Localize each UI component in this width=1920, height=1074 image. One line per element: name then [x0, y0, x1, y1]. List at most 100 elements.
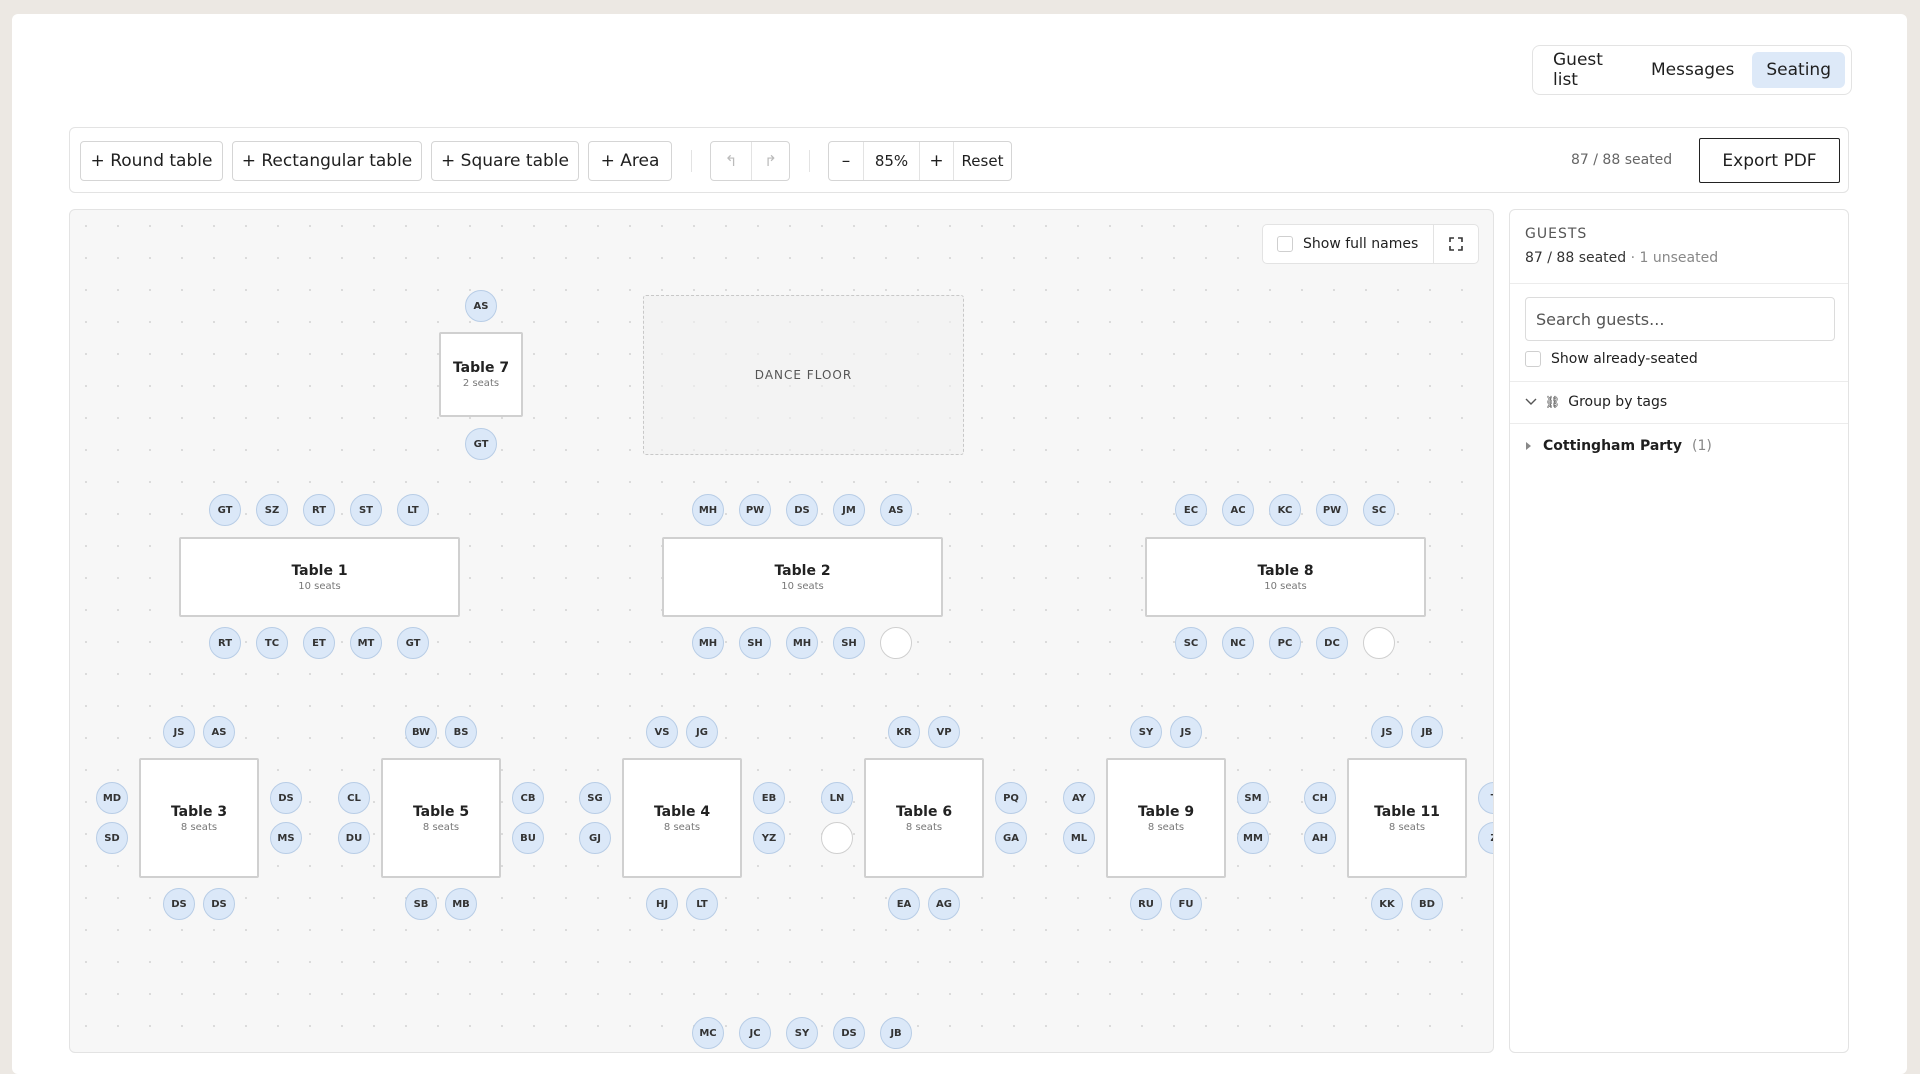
seat-guest[interactable]: ET	[303, 627, 335, 659]
seat-guest[interactable]: RU	[1130, 888, 1162, 920]
undo-icon[interactable]: ↰	[711, 142, 751, 180]
seat-guest[interactable]: AH	[1304, 822, 1336, 854]
seating-table[interactable]: Table 38 seats	[139, 758, 259, 878]
seat-guest[interactable]: DS	[833, 1017, 865, 1049]
seat-guest[interactable]: GT	[209, 494, 241, 526]
seat-guest[interactable]: JS	[1371, 716, 1403, 748]
seat-guest[interactable]: CL	[338, 782, 370, 814]
seat-guest[interactable]: CB	[512, 782, 544, 814]
seat-guest[interactable]: SD	[96, 822, 128, 854]
seating-table[interactable]: Table 98 seats	[1106, 758, 1226, 878]
seat-guest[interactable]: DS	[163, 888, 195, 920]
seat-guest[interactable]: RT	[303, 494, 335, 526]
seat-guest[interactable]: MM	[1237, 822, 1269, 854]
seat-guest[interactable]: PW	[1316, 494, 1348, 526]
seat-guest[interactable]: JC	[739, 1017, 771, 1049]
seating-table[interactable]: Table 8 10 seats	[1145, 537, 1426, 617]
tab-messages[interactable]: Messages	[1637, 52, 1748, 88]
seat-guest[interactable]: JG	[686, 716, 718, 748]
seating-table[interactable]: Table 11 8 seats	[1347, 758, 1467, 878]
seat-guest[interactable]: GA	[995, 822, 1027, 854]
seat-guest[interactable]: AC	[1222, 494, 1254, 526]
seat-guest[interactable]: Z	[1478, 822, 1493, 854]
seat-guest[interactable]: CH	[1304, 782, 1336, 814]
tab-guest-list[interactable]: Guest list	[1539, 42, 1633, 98]
seat-guest[interactable]: KK	[1371, 888, 1403, 920]
seat-guest[interactable]: SH	[739, 627, 771, 659]
seat-guest[interactable]: VP	[928, 716, 960, 748]
seat-guest[interactable]: EB	[753, 782, 785, 814]
seat-guest[interactable]: MH	[692, 494, 724, 526]
seat-guest[interactable]: EC	[1175, 494, 1207, 526]
seat-guest[interactable]: TC	[256, 627, 288, 659]
seat-guest[interactable]: BW	[405, 716, 437, 748]
seat-guest[interactable]: SB	[405, 888, 437, 920]
seat-guest[interactable]: PW	[739, 494, 771, 526]
seating-table[interactable]: Table 68 seats	[864, 758, 984, 878]
seat-guest[interactable]: RT	[209, 627, 241, 659]
seat-guest[interactable]: JB	[1411, 716, 1443, 748]
seat-guest[interactable]: SZ	[256, 494, 288, 526]
seat-guest[interactable]: YZ	[753, 822, 785, 854]
seat-guest[interactable]: DS	[203, 888, 235, 920]
seat-guest[interactable]: KC	[1269, 494, 1301, 526]
seat-guest[interactable]: KR	[888, 716, 920, 748]
empty-seat[interactable]	[821, 822, 853, 854]
dance-floor-area[interactable]: DANCE FLOOR	[643, 295, 964, 455]
seat-guest[interactable]: MT	[350, 627, 382, 659]
seat-guest[interactable]: LT	[397, 494, 429, 526]
reset-zoom-button[interactable]: Reset	[953, 142, 1011, 180]
add-square-table-button[interactable]: + Square table	[431, 141, 579, 181]
seat-guest[interactable]: AS	[203, 716, 235, 748]
empty-seat[interactable]	[880, 627, 912, 659]
seat-guest[interactable]: MH	[692, 627, 724, 659]
seat-guest[interactable]: SC	[1175, 627, 1207, 659]
seat-guest[interactable]: AY	[1063, 782, 1095, 814]
seat-guest[interactable]: PQ	[995, 782, 1027, 814]
export-pdf-button[interactable]: Export PDF	[1699, 138, 1840, 183]
show-full-names-toggle[interactable]: Show full names	[1263, 236, 1433, 252]
seat-guest[interactable]: T	[1478, 782, 1493, 814]
seat-guest[interactable]: HJ	[646, 888, 678, 920]
seat-guest[interactable]: JM	[833, 494, 865, 526]
empty-seat[interactable]	[1363, 627, 1395, 659]
search-guests-input[interactable]	[1525, 297, 1835, 341]
seat-guest[interactable]: GT	[465, 428, 497, 460]
add-area-button[interactable]: + Area	[588, 141, 672, 181]
seat-guest[interactable]: SM	[1237, 782, 1269, 814]
seat-guest[interactable]: DU	[338, 822, 370, 854]
group-item-cottingham-party[interactable]: Cottingham Party (1)	[1525, 438, 1712, 454]
show-already-seated-toggle[interactable]: Show already-seated	[1525, 351, 1698, 367]
seat-guest[interactable]: PC	[1269, 627, 1301, 659]
seat-guest[interactable]: VS	[646, 716, 678, 748]
seat-guest[interactable]: GJ	[579, 822, 611, 854]
zoom-out-button[interactable]: –	[829, 142, 863, 180]
seat-guest[interactable]: DS	[270, 782, 302, 814]
seat-guest[interactable]: ST	[350, 494, 382, 526]
seat-guest[interactable]: JB	[880, 1017, 912, 1049]
show-full-names-checkbox[interactable]	[1277, 236, 1293, 252]
seating-canvas[interactable]: DANCE FLOOR Table 72 seats AS GT Table 1 10 …	[69, 209, 1494, 1053]
seat-guest[interactable]: MC	[692, 1017, 724, 1049]
seat-guest[interactable]: DC	[1316, 627, 1348, 659]
seat-guest[interactable]: MB	[445, 888, 477, 920]
group-by-tags-toggle[interactable]: ⛓ Group by tags	[1525, 394, 1667, 410]
seat-guest[interactable]: GT	[397, 627, 429, 659]
tab-seating[interactable]: Seating	[1752, 52, 1845, 88]
fullscreen-button[interactable]	[1433, 225, 1478, 263]
seat-guest[interactable]: SG	[579, 782, 611, 814]
seat-guest[interactable]: BD	[1411, 888, 1443, 920]
seat-guest[interactable]: FU	[1170, 888, 1202, 920]
seating-table[interactable]: Table 7 2 seats	[439, 332, 523, 417]
seat-guest[interactable]: JS	[163, 716, 195, 748]
zoom-in-button[interactable]: +	[919, 142, 953, 180]
seat-guest[interactable]: SH	[833, 627, 865, 659]
seat-guest[interactable]: AG	[928, 888, 960, 920]
redo-icon[interactable]: ↱	[751, 142, 789, 180]
show-already-seated-checkbox[interactable]	[1525, 351, 1541, 367]
seat-guest[interactable]: MH	[786, 627, 818, 659]
seat-guest[interactable]: SC	[1363, 494, 1395, 526]
seat-guest[interactable]: AS	[880, 494, 912, 526]
seating-table[interactable]: Table 1 10 seats	[179, 537, 460, 617]
seat-guest[interactable]: JS	[1170, 716, 1202, 748]
